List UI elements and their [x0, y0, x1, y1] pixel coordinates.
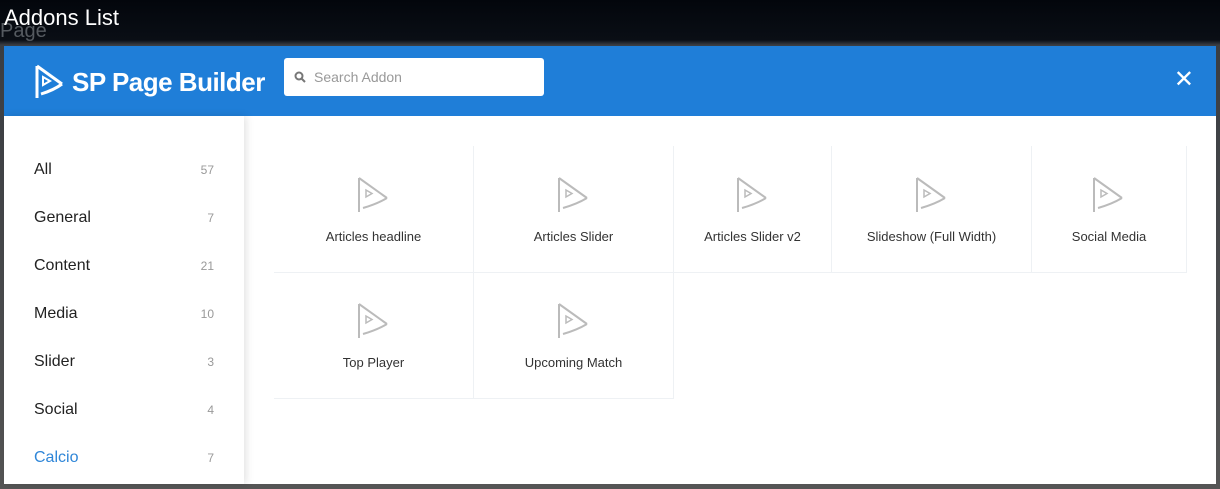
search-box[interactable] — [284, 58, 544, 96]
category-label: All — [34, 161, 52, 178]
category-count: 21 — [200, 259, 214, 273]
category-calcio[interactable]: Calcio 7 — [4, 434, 244, 482]
category-label: Media — [34, 305, 78, 322]
category-count: 3 — [207, 355, 214, 369]
addon-name: Articles Slider — [533, 229, 614, 244]
category-count: 7 — [207, 451, 214, 465]
category-slider[interactable]: Slider 3 — [4, 338, 244, 386]
category-label: Content — [34, 257, 91, 274]
category-count: 10 — [200, 307, 214, 321]
addon-name: Top Player — [342, 355, 405, 370]
addon-card[interactable]: Slideshow (Full Width) — [832, 146, 1032, 273]
addons-modal: SP Page Builder ✕ All 57 General 7 Content 21… — [4, 46, 1216, 484]
window-title: Addons List — [4, 5, 119, 30]
category-label: Calcio — [34, 449, 79, 466]
addon-icon — [557, 177, 588, 212]
category-count: 7 — [207, 211, 214, 225]
addon-icon — [736, 177, 767, 212]
category-all[interactable]: All 57 — [4, 146, 244, 194]
addon-card[interactable]: Upcoming Match — [474, 272, 674, 399]
addon-card[interactable]: Social Media — [1032, 146, 1187, 273]
addon-card[interactable]: Articles headline — [274, 146, 474, 273]
category-general[interactable]: General 7 — [4, 194, 244, 242]
category-sidebar: All 57 General 7 Content 21 Media 10 Slider 3 Soci… — [4, 116, 244, 484]
category-label: General — [34, 209, 91, 226]
addon-icon — [557, 303, 588, 338]
category-content[interactable]: Content 21 — [4, 242, 244, 290]
addon-name: Articles Slider v2 — [704, 229, 801, 244]
addon-name: Slideshow (Full Width) — [866, 229, 997, 244]
logo: SP Page Builder — [34, 64, 265, 100]
search-icon — [294, 71, 306, 83]
category-label: Social — [34, 401, 78, 418]
sp-logo-icon — [35, 64, 63, 98]
search-input[interactable] — [314, 69, 534, 85]
category-count: 57 — [200, 163, 214, 177]
addon-card[interactable]: Articles Slider v2 — [674, 146, 832, 273]
addon-name: Articles headline — [325, 229, 422, 244]
addon-icon — [357, 177, 388, 212]
addon-icon — [1093, 177, 1123, 212]
addon-name: Upcoming Match — [524, 355, 623, 370]
addon-icon — [357, 303, 388, 338]
addon-card[interactable]: Top Player — [274, 272, 474, 399]
close-icon[interactable]: ✕ — [1174, 68, 1194, 92]
category-count: 4 — [207, 403, 214, 417]
category-social[interactable]: Social 4 — [4, 386, 244, 434]
modal-header: SP Page Builder ✕ — [4, 46, 1216, 116]
addon-icon — [915, 177, 946, 212]
category-media[interactable]: Media 10 — [4, 290, 244, 338]
addon-card[interactable]: Articles Slider — [474, 146, 674, 273]
category-label: Slider — [34, 353, 75, 370]
addon-name: Social Media — [1071, 229, 1147, 244]
logo-text: SP Page Builder — [72, 66, 265, 97]
